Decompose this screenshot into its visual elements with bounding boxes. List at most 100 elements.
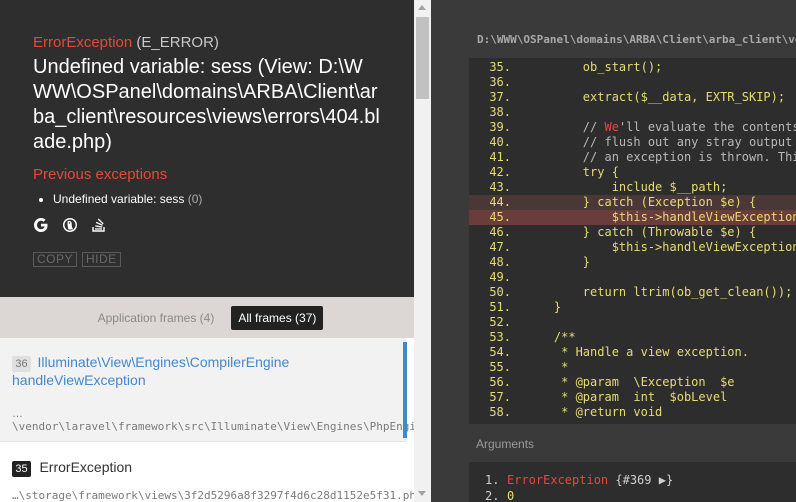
- code-text: *: [525, 360, 569, 374]
- code-line: 38.: [469, 105, 796, 120]
- argument-value: 0: [507, 489, 515, 502]
- code-text: ob_start();: [525, 60, 663, 74]
- code-text: }: [525, 300, 562, 314]
- arguments-list: 1. ErrorException {#369 ▶} 2. 0: [469, 462, 796, 502]
- frame-index: 35: [12, 461, 31, 477]
- code-text: }: [525, 255, 591, 269]
- code-line: 50. return ltrim(ob_get_clean());: [469, 285, 796, 300]
- frame-item-active[interactable]: 36 Illuminate\View\Engines\CompilerEngin…: [0, 338, 414, 441]
- code-comment: 'll evaluate the contents of the view in…: [618, 120, 796, 134]
- code-text: include $__path;: [525, 180, 728, 194]
- previous-exceptions-title: Previous exceptions: [33, 166, 168, 183]
- line-number: 49.: [489, 270, 511, 284]
- line-number: 52.: [489, 315, 511, 329]
- frame-title: ErrorException: [39, 459, 133, 475]
- active-frame-indicator: [403, 342, 407, 438]
- copy-button[interactable]: COPY: [33, 252, 78, 267]
- code-text: * @param int $obLevel: [525, 390, 728, 404]
- code-line: 55. *: [469, 360, 796, 375]
- code-text: return ltrim(ob_get_clean());: [525, 285, 793, 299]
- code-text: } catch (Throwable $e) {: [525, 225, 757, 239]
- code-text: * @return void: [525, 405, 663, 419]
- frames-list: 36 Illuminate\View\Engines\CompilerEngin…: [0, 338, 414, 502]
- code-line: 40. // flush out any stray output that m…: [469, 135, 796, 150]
- code-line: 54. * Handle a view exception.: [469, 345, 796, 360]
- code-line: 36.: [469, 75, 796, 90]
- frame-index: 36: [12, 356, 31, 372]
- code-line: 46. } catch (Throwable $e) {: [469, 225, 796, 240]
- line-number: 40.: [489, 135, 511, 149]
- line-number: 57.: [489, 390, 511, 404]
- line-number: 38.: [489, 105, 511, 119]
- code-text: extract($__data, EXTR_SKIP);: [525, 90, 786, 104]
- line-number: 56.: [489, 375, 511, 389]
- line-number: 53.: [489, 330, 511, 344]
- line-number: 55.: [489, 360, 511, 374]
- tab-application-frames[interactable]: Application frames (4): [91, 306, 222, 330]
- exception-panel: ErrorException (E_ERROR) Undefined varia…: [0, 0, 414, 502]
- line-number: 37.: [489, 90, 511, 104]
- frame-class: Illuminate\View\Engines\CompilerEngine: [37, 354, 290, 370]
- frames-filter-bar: Application frames (4) All frames (37): [0, 297, 414, 338]
- scrollbar-thumb[interactable]: [416, 17, 429, 99]
- previous-exception-message: Undefined variable: sess: [53, 192, 185, 206]
- code-line: 42. try {: [469, 165, 796, 180]
- code-text: try {: [525, 165, 619, 179]
- code-line: 49.: [469, 270, 796, 285]
- line-number: 50.: [489, 285, 511, 299]
- hide-button[interactable]: HIDE: [82, 252, 121, 267]
- code-text: $this->handleViewException($e, $obLevel)…: [611, 210, 796, 224]
- line-number: 54.: [489, 345, 511, 359]
- argument-item: 1. ErrorException {#369 ▶}: [469, 472, 796, 488]
- line-number: 43.: [489, 180, 511, 194]
- frame-ellipsis: …: [12, 408, 23, 420]
- frame-file-path: …\storage\framework\views\3f2d5296a8f329…: [12, 489, 414, 502]
- code-text: $this->handleViewException(new FatalThro…: [611, 240, 796, 254]
- code-line: 56. * @param \Exception $e: [469, 375, 796, 390]
- code-comment: // an exception is thrown. This prevents…: [582, 150, 796, 164]
- code-line: 37. extract($__data, EXTR_SKIP);: [469, 90, 796, 105]
- scroll-down-arrow-icon[interactable]: [418, 491, 426, 496]
- line-number: 48.: [489, 255, 511, 269]
- code-line: 53. /**: [469, 330, 796, 345]
- line-number: 41.: [489, 150, 511, 164]
- frame-divider: [0, 441, 406, 442]
- argument-value: ErrorException: [507, 473, 609, 487]
- line-number: 44.: [489, 195, 511, 209]
- code-line: 47. $this->handleViewException(new Fatal…: [469, 240, 796, 255]
- code-line: 39. // We'll evaluate the contents of th…: [469, 120, 796, 135]
- previous-exception-item: Undefined variable: sess (0): [53, 192, 381, 206]
- code-line: 57. * @param int $obLevel: [469, 390, 796, 405]
- argument-item: 2. 0: [469, 488, 796, 502]
- code-snippet: 35. ob_start(); 36. 37. extract($__data, E…: [469, 58, 796, 424]
- code-comment: //: [525, 120, 605, 134]
- scroll-up-arrow-icon[interactable]: [418, 5, 426, 10]
- code-keyword: We: [604, 120, 619, 134]
- tab-all-frames[interactable]: All frames (37): [231, 305, 324, 330]
- search-links: [33, 216, 381, 234]
- line-number: 47.: [489, 240, 511, 254]
- exception-class: ErrorException: [33, 34, 133, 51]
- argument-index: 1.: [485, 473, 500, 487]
- exception-code: (E_ERROR): [136, 34, 219, 51]
- google-icon[interactable]: [33, 217, 49, 233]
- line-number: 51.: [489, 300, 511, 314]
- code-line: 41. // an exception is thrown. This prev…: [469, 150, 796, 165]
- previous-exception-count: (0): [187, 192, 203, 206]
- argument-index: 2.: [485, 489, 500, 502]
- code-line: 58. * @return void: [469, 405, 796, 420]
- argument-dump-toggle[interactable]: {#369 ▶}: [608, 473, 673, 487]
- code-comment: // flush out any stray output that might…: [582, 135, 793, 149]
- frame-function: handleViewException: [12, 372, 146, 388]
- line-number: 42.: [489, 165, 511, 179]
- line-number: 39.: [489, 120, 511, 134]
- line-number: 45.: [489, 210, 511, 224]
- code-line: 48. }: [469, 255, 796, 270]
- duckduckgo-icon[interactable]: [62, 217, 78, 233]
- code-text: * @param \Exception $e: [525, 375, 735, 389]
- frame-item[interactable]: 35 ErrorException …\storage\framework\vi…: [0, 442, 414, 502]
- frame-file-path: \vendor\laravel\framework\src\Illuminate…: [12, 420, 414, 433]
- line-number: 36.: [489, 75, 511, 89]
- stackoverflow-icon[interactable]: [91, 217, 107, 233]
- code-text: /**: [525, 330, 576, 344]
